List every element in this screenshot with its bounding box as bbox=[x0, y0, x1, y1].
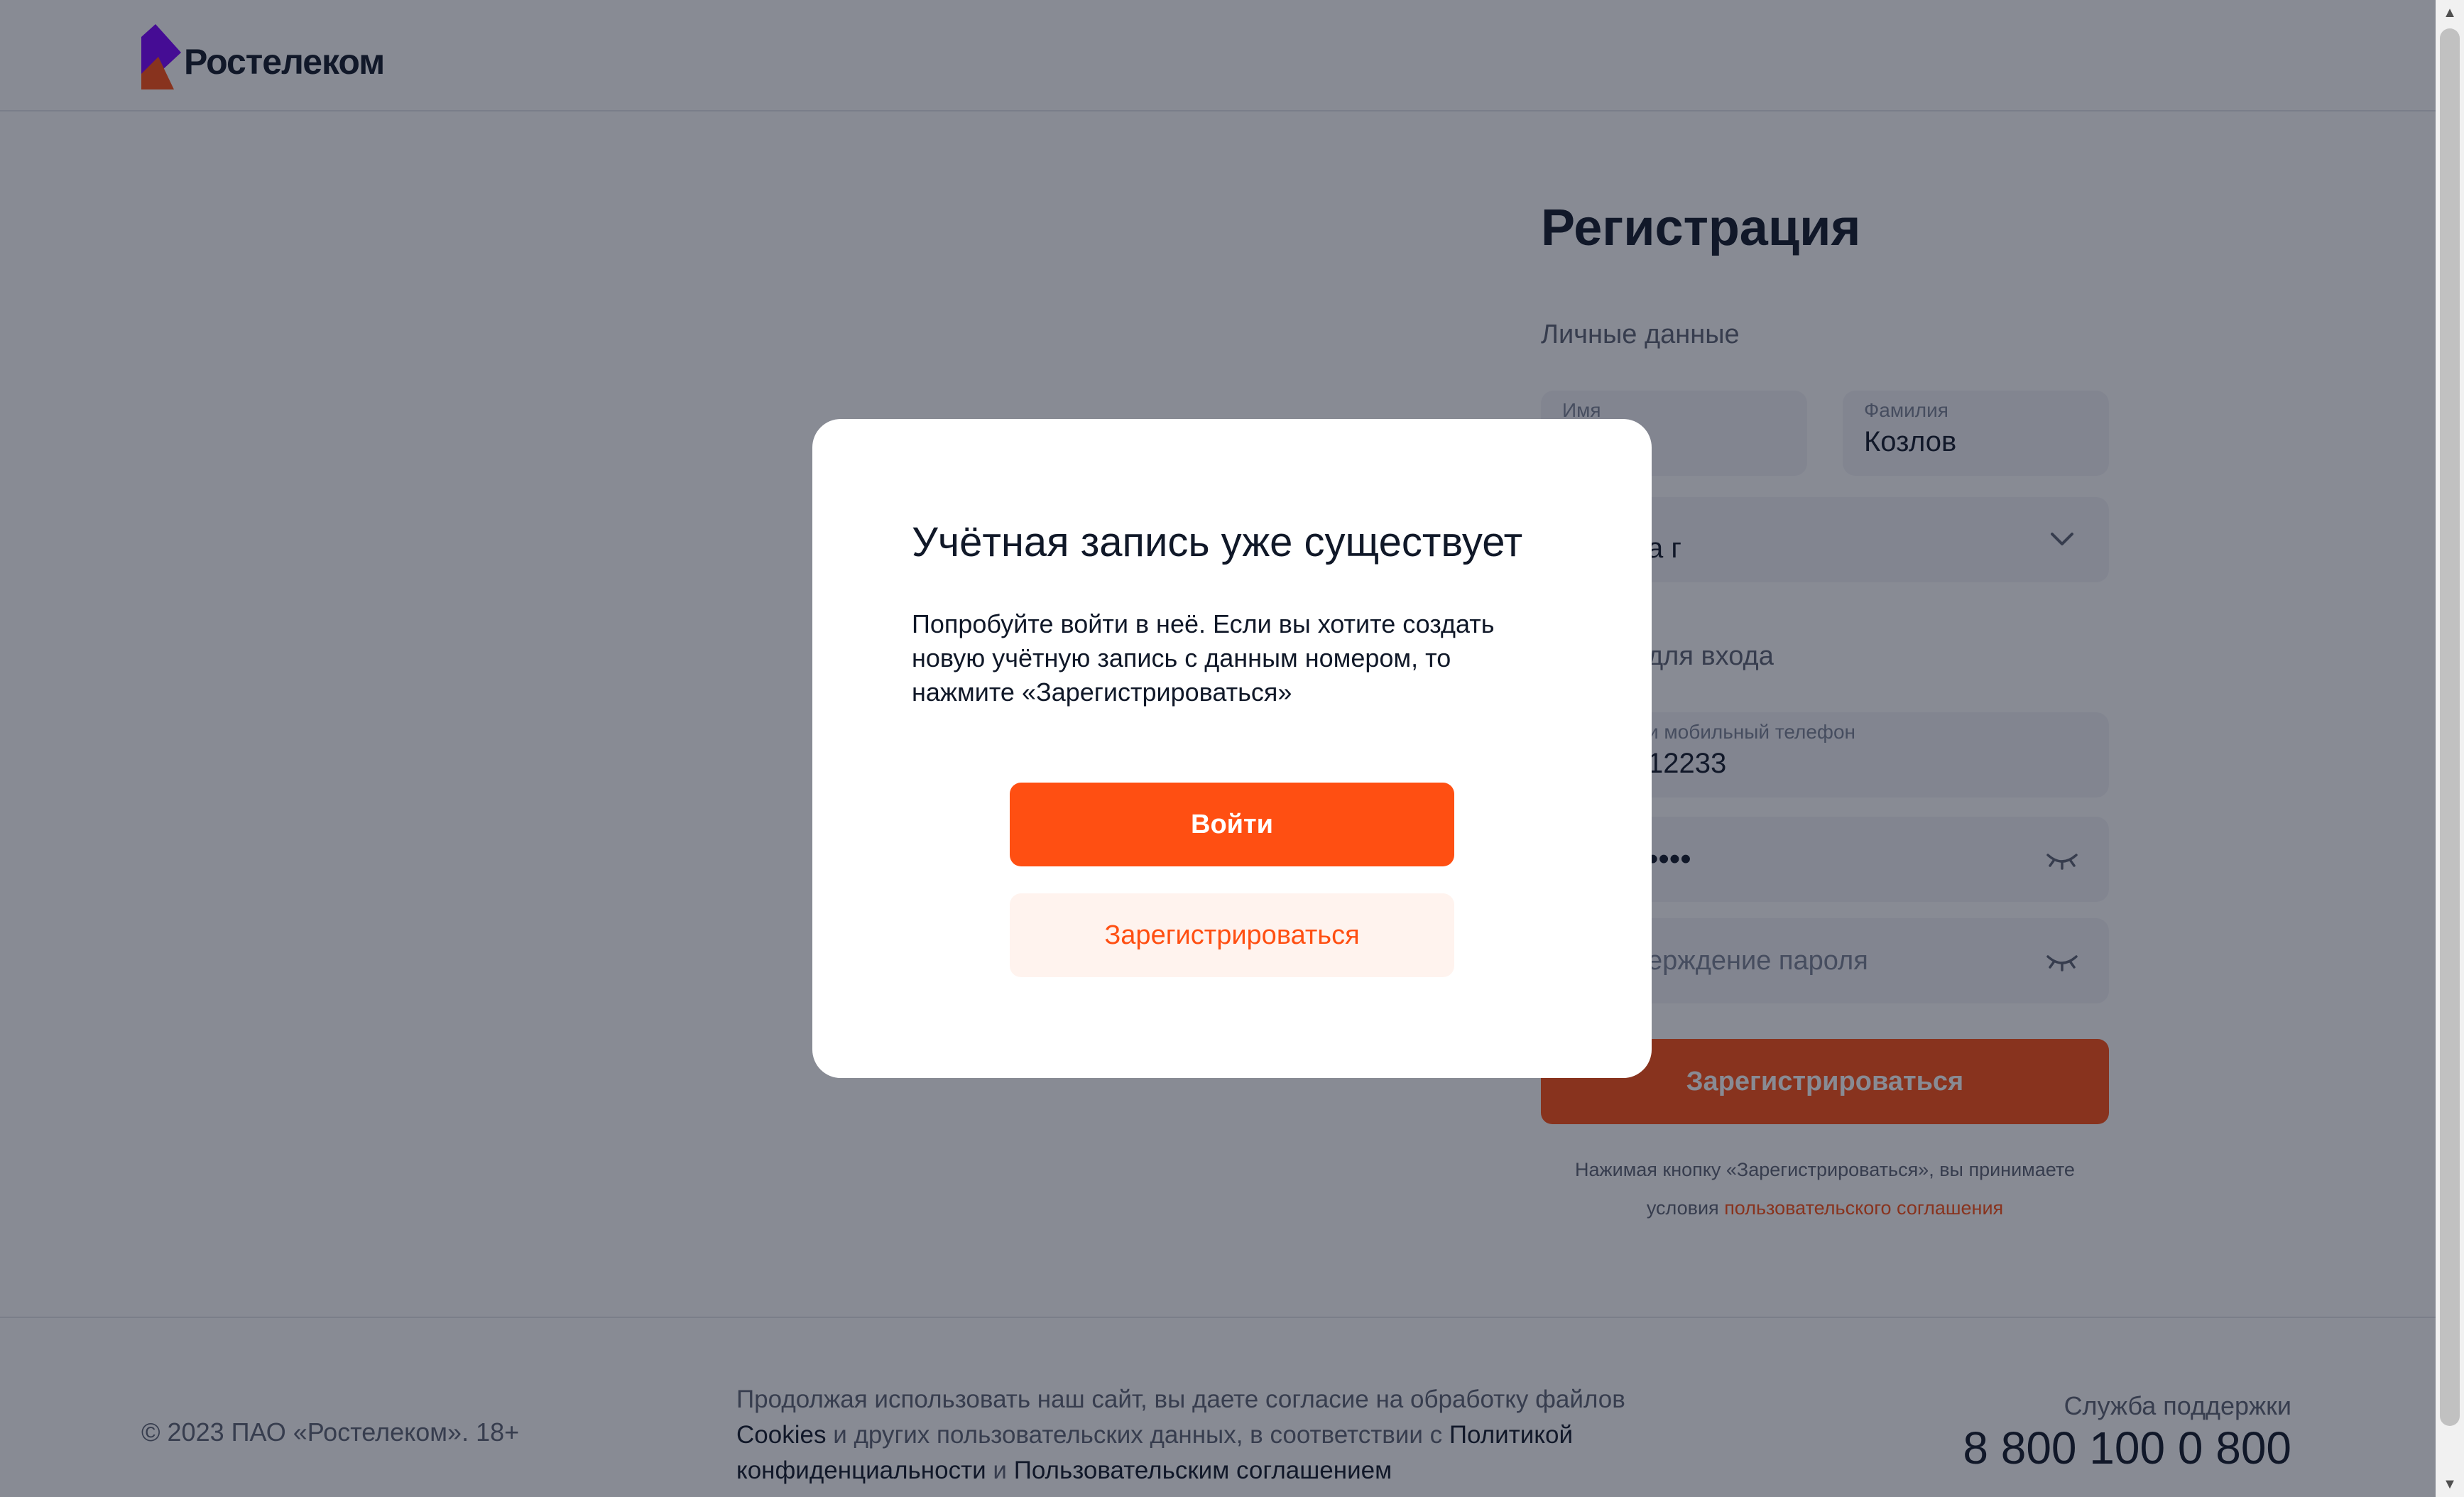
dialog-message: Попробуйте войти в неё. Если вы хотите с… bbox=[912, 609, 1495, 707]
dialog-title: Учётная запись уже существует bbox=[912, 519, 1523, 565]
scrollbar-thumb[interactable] bbox=[2440, 28, 2460, 1426]
page-scrollbar[interactable]: ▲ ▼ bbox=[2436, 0, 2464, 1497]
scroll-down-icon[interactable]: ▼ bbox=[2436, 1471, 2464, 1497]
account-exists-dialog: Учётная запись уже существует Попробуйте… bbox=[812, 419, 1652, 1078]
scroll-up-icon[interactable]: ▲ bbox=[2436, 0, 2464, 26]
register-button[interactable]: Зарегистрироваться bbox=[1010, 893, 1454, 977]
login-button[interactable]: Войти bbox=[1010, 783, 1454, 866]
